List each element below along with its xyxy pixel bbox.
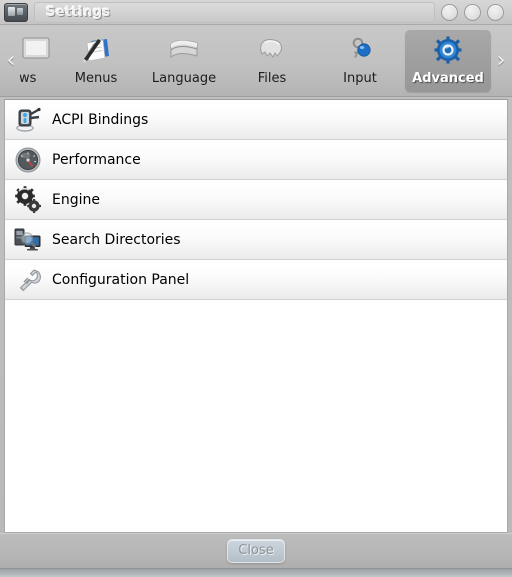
list-item-label: Engine xyxy=(52,191,100,208)
tab-language-label: Language xyxy=(151,70,217,86)
title-plate: Settings xyxy=(34,1,435,23)
search-directories-icon xyxy=(14,228,41,250)
close-window-button[interactable] xyxy=(487,3,504,21)
list-item-performance[interactable]: Performance xyxy=(5,140,507,180)
tab-menus[interactable]: Menus xyxy=(53,29,139,92)
menus-pen-document-icon xyxy=(83,38,109,63)
files-folder-icon xyxy=(260,38,282,58)
tab-input-label: Input xyxy=(343,70,377,86)
window-buttons xyxy=(441,3,506,21)
list-item-label: Search Directories xyxy=(52,231,181,248)
page-title: Settings xyxy=(46,4,111,20)
minimize-button[interactable] xyxy=(441,3,458,21)
maximize-button[interactable] xyxy=(464,3,481,21)
input-key-ball-icon xyxy=(352,37,371,58)
tab-windows-label: ws xyxy=(20,70,37,86)
performance-gauge-icon xyxy=(15,147,41,172)
bottom-strip xyxy=(0,568,512,577)
close-button[interactable]: Close xyxy=(227,539,285,563)
tab-menus-label: Menus xyxy=(74,70,118,86)
list-item-label: Performance xyxy=(52,151,141,168)
configuration-wrench-icon xyxy=(19,268,41,291)
settings-window: Settings ‹ ws Menus Language Files Input… xyxy=(0,0,512,577)
settings-window-icon xyxy=(4,2,28,22)
advanced-gear-icon xyxy=(434,36,462,63)
chevron-right-icon[interactable]: › xyxy=(492,25,510,96)
windows-icon xyxy=(22,37,50,58)
tab-files-label: Files xyxy=(257,70,287,86)
list-item-configuration-panel[interactable]: Configuration Panel xyxy=(5,260,507,300)
tab-toolbar: ‹ ws Menus Language Files Input Advanced… xyxy=(0,25,512,97)
tab-windows[interactable]: ws xyxy=(20,29,51,92)
tab-language[interactable]: Language xyxy=(141,29,227,92)
language-book-icon xyxy=(170,39,198,58)
tab-files[interactable]: Files xyxy=(229,29,315,92)
list-item-acpi-bindings[interactable]: ACPI Bindings xyxy=(5,100,507,140)
chevron-left-icon[interactable]: ‹ xyxy=(2,25,20,96)
tab-input[interactable]: Input xyxy=(317,29,403,92)
titlebar[interactable]: Settings xyxy=(0,0,512,25)
engine-gears-icon xyxy=(15,185,41,213)
tab-advanced-label: Advanced xyxy=(412,70,484,86)
list-item-label: ACPI Bindings xyxy=(52,111,149,128)
acpi-power-plug-icon xyxy=(16,107,41,132)
list-item-engine[interactable]: Engine xyxy=(5,180,507,220)
footer-bar: Close xyxy=(0,533,512,568)
tab-strip: ws Menus Language Files Input Advanced xyxy=(20,25,492,96)
settings-list: ACPI Bindings Performance Engine Search … xyxy=(4,99,508,533)
list-item-label: Configuration Panel xyxy=(52,271,190,288)
tab-advanced[interactable]: Advanced xyxy=(405,29,491,92)
list-item-search-directories[interactable]: Search Directories xyxy=(5,220,507,260)
